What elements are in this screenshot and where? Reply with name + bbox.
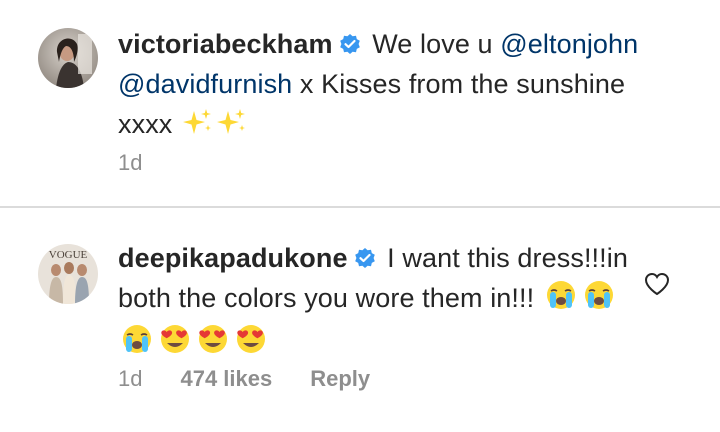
heart-eyes-emoji [194, 323, 232, 366]
loudly-crying-face-emoji [542, 279, 580, 322]
reply-button[interactable]: Reply [310, 366, 370, 392]
sparkles-emoji [214, 107, 248, 148]
likes-count[interactable]: 474 likes [180, 366, 272, 392]
avatar[interactable] [38, 28, 98, 88]
verified-badge-icon [339, 26, 361, 54]
comment-text: deepikapadukone I want this dress!!!in b… [118, 238, 628, 366]
comment-timestamp[interactable]: 1d [118, 150, 142, 176]
comment-timestamp[interactable]: 1d [118, 366, 142, 392]
loudly-crying-face-emoji [580, 279, 618, 322]
comment-victoriabeckham: victoriabeckham We love u @eltonjohn @da… [0, 0, 720, 206]
divider [0, 206, 720, 208]
comment-meta: 1d 474 likes Reply [118, 366, 370, 392]
sparkles-emoji [180, 107, 214, 148]
verified-badge-icon [354, 240, 376, 268]
comment-deepikapadukone: VOGUE deepikapadukone I want this dress!… [0, 210, 720, 432]
comment-text: victoriabeckham We love u @eltonjohn @da… [118, 24, 673, 148]
comment-meta: 1d [118, 150, 142, 176]
comment-body-part1: We love u [364, 29, 501, 59]
username[interactable]: victoriabeckham [118, 29, 333, 59]
heart-eyes-emoji [232, 323, 270, 366]
username[interactable]: deepikapadukone [118, 243, 348, 273]
heart-eyes-emoji [156, 323, 194, 366]
loudly-crying-face-emoji [118, 323, 156, 366]
avatar[interactable]: VOGUE [38, 244, 98, 304]
avatar-logo-text: VOGUE [49, 249, 88, 261]
heart-outline-icon[interactable] [644, 272, 670, 296]
mention-davidfurnish[interactable]: @davidfurnish [118, 69, 292, 99]
mention-eltonjohn[interactable]: @eltonjohn [500, 29, 638, 59]
